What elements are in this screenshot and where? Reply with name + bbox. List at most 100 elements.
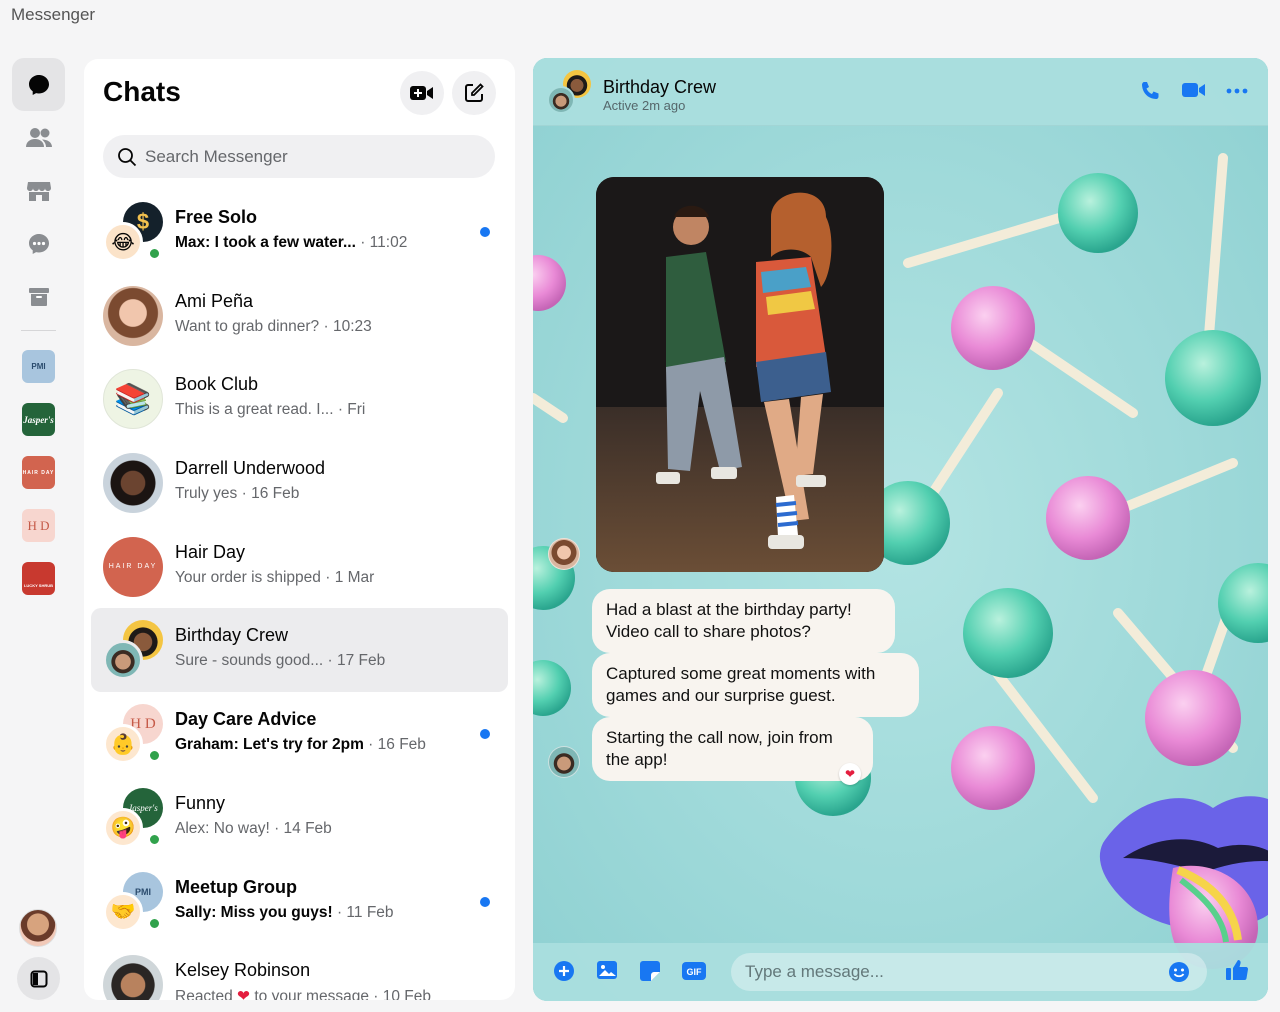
chat-item-birthday-crew[interactable]: Birthday Crew Sure - sounds good... · 17… xyxy=(91,608,508,693)
group-avatar: 📚 xyxy=(103,369,163,430)
rail-archive-button[interactable] xyxy=(12,270,65,323)
rail-chats-button[interactable] xyxy=(12,58,65,111)
chat-name: Birthday Crew xyxy=(175,625,289,646)
compose-button[interactable] xyxy=(452,71,496,115)
phone-icon xyxy=(1142,82,1159,99)
contact-avatar xyxy=(103,453,163,514)
plus-circle-icon xyxy=(554,961,574,981)
hair-day-logo: HAIR DAY xyxy=(103,536,163,597)
unread-indicator xyxy=(480,227,490,237)
audio-call-button[interactable] xyxy=(1139,80,1161,102)
conversation-options-button[interactable] xyxy=(1226,88,1248,94)
chat-list: $ 😂 Free Solo Max: I took a few water...… xyxy=(91,190,508,1000)
avatar-photo xyxy=(103,285,163,346)
books-icon: 📚 xyxy=(103,369,163,430)
chat-preview: Truly yes · 16 Feb xyxy=(175,485,300,503)
video-plus-icon xyxy=(410,86,433,100)
chat-name: Kelsey Robinson xyxy=(175,960,311,981)
gif-button[interactable]: GIF xyxy=(682,962,706,980)
chat-preview: Graham: Let's try for 2pm · 16 Feb xyxy=(175,736,426,754)
chats-panel: Chats $ 😂 Free Solo Max: I took a few wa… xyxy=(84,59,515,1000)
rail-business-hd[interactable]: H D xyxy=(22,509,55,542)
online-indicator xyxy=(147,748,162,764)
rail-business-jaspers[interactable]: Jasper's xyxy=(22,403,55,436)
message-bubble[interactable]: Starting the call now, join from the app… xyxy=(592,717,873,781)
business-avatar: HAIR DAY xyxy=(103,536,163,597)
chat-item-ami-pena[interactable]: Ami Peña Want to grab dinner? · 10:23 xyxy=(91,274,508,358)
chat-item-funny[interactable]: Jasper's 🤪 Funny Alex: No way! · 14 Feb xyxy=(91,776,508,860)
unread-indicator xyxy=(480,729,490,740)
hd-logo: H D xyxy=(27,517,50,533)
search-input[interactable] xyxy=(145,146,465,167)
chat-item-book-club[interactable]: 📚 Book Club This is a great read. I... ·… xyxy=(91,357,508,441)
message-bubble[interactable]: Captured some great moments with games a… xyxy=(592,653,919,717)
chat-preview: Your order is shipped · 1 Mar xyxy=(175,568,375,586)
gif-label: GIF xyxy=(687,967,703,977)
chat-item-hair-day[interactable]: HAIR DAY Hair Day Your order is shipped … xyxy=(91,525,508,609)
smiley-icon xyxy=(1169,962,1189,982)
emoji-picker-button[interactable] xyxy=(1168,961,1190,983)
video-call-button[interactable] xyxy=(1181,80,1207,100)
conversation-header: Birthday Crew Active 2m ago xyxy=(533,58,1268,126)
message-bubble[interactable]: Had a blast at the birthday party! Video… xyxy=(592,589,895,653)
message-input[interactable] xyxy=(731,953,1207,991)
online-indicator xyxy=(147,831,162,847)
jaspers-logo: Jasper's xyxy=(23,414,54,425)
sticker-button[interactable] xyxy=(639,960,661,982)
chat-item-day-care-advice[interactable]: H D 👶 Day Care Advice Graham: Let's try … xyxy=(91,692,508,776)
search-bar xyxy=(103,135,495,178)
contact-avatar xyxy=(103,285,163,346)
app-title: Messenger xyxy=(11,5,96,24)
like-button[interactable] xyxy=(1225,958,1249,982)
group-avatar: H D 👶 xyxy=(103,704,163,765)
message-composer: GIF xyxy=(533,943,1268,1001)
conversation-panel: Birthday Crew Active 2m ago Had a blast … xyxy=(533,58,1268,1001)
rail-business-pmi[interactable]: PMI xyxy=(22,350,55,383)
handshake-emoji-icon: 🤝 xyxy=(103,891,143,932)
more-actions-button[interactable] xyxy=(553,960,575,982)
chat-name: Book Club xyxy=(175,374,259,395)
archive-icon xyxy=(28,287,49,306)
chat-preview: Sure - sounds good... · 17 Feb xyxy=(175,652,386,670)
chat-preview: Max: I took a few water... · 11:02 xyxy=(175,234,408,251)
chat-preview: Alex: No way! · 14 Feb xyxy=(175,819,332,837)
avatar-photo xyxy=(103,453,163,514)
contact-avatar xyxy=(103,955,163,1000)
rail-people-button[interactable] xyxy=(12,111,65,164)
online-indicator xyxy=(147,246,162,261)
rail-business-hair-day[interactable]: HAIR DAY xyxy=(22,456,55,489)
group-avatar: PMI 🤝 xyxy=(103,871,163,932)
conversation-name[interactable]: Birthday Crew xyxy=(603,77,716,98)
avatar-photo xyxy=(103,955,163,1000)
group-avatar[interactable] xyxy=(547,70,591,114)
baby-emoji-icon: 👶 xyxy=(103,724,143,765)
active-status: Active 2m ago xyxy=(603,98,686,113)
chat-item-darrell-underwood[interactable]: Darrell Underwood Truly yes · 16 Feb xyxy=(91,441,508,525)
chat-preview: Want to grab dinner? · 10:23 xyxy=(175,317,372,335)
chat-item-meetup-group[interactable]: PMI 🤝 Meetup Group Sally: Miss you guys!… xyxy=(91,860,508,944)
left-rail: PMI Jasper's HAIR DAY H D LUCKY SHRUB xyxy=(0,58,78,1012)
profile-avatar[interactable] xyxy=(19,909,57,947)
rail-requests-button[interactable] xyxy=(12,217,65,270)
chat-item-kelsey-robinson[interactable]: Kelsey Robinson Reacted ❤ to your messag… xyxy=(91,943,508,1000)
avatar-photo xyxy=(103,640,143,681)
sidebar-toggle-button[interactable] xyxy=(17,957,60,1000)
heart-reaction-icon[interactable]: ❤ xyxy=(839,763,861,785)
rail-separator xyxy=(21,330,56,331)
people-icon xyxy=(25,127,52,147)
rail-marketplace-button[interactable] xyxy=(12,164,65,217)
chat-name: Ami Peña xyxy=(175,290,254,311)
search-icon xyxy=(118,147,137,166)
chat-name: Day Care Advice xyxy=(175,709,317,730)
sender-avatar xyxy=(548,538,580,570)
chat-name: Darrell Underwood xyxy=(175,458,326,479)
new-video-room-button[interactable] xyxy=(400,71,444,115)
attach-photo-button[interactable] xyxy=(596,960,618,980)
shared-photo[interactable] xyxy=(596,177,884,572)
heart-icon: ❤ xyxy=(237,988,251,1000)
more-options-icon xyxy=(1226,88,1248,94)
image-icon xyxy=(597,961,617,979)
sidebar-toggle-icon xyxy=(30,970,47,987)
chat-item-free-solo[interactable]: $ 😂 Free Solo Max: I took a few water...… xyxy=(91,190,508,274)
rail-business-lucky-shrub[interactable]: LUCKY SHRUB xyxy=(22,562,55,595)
